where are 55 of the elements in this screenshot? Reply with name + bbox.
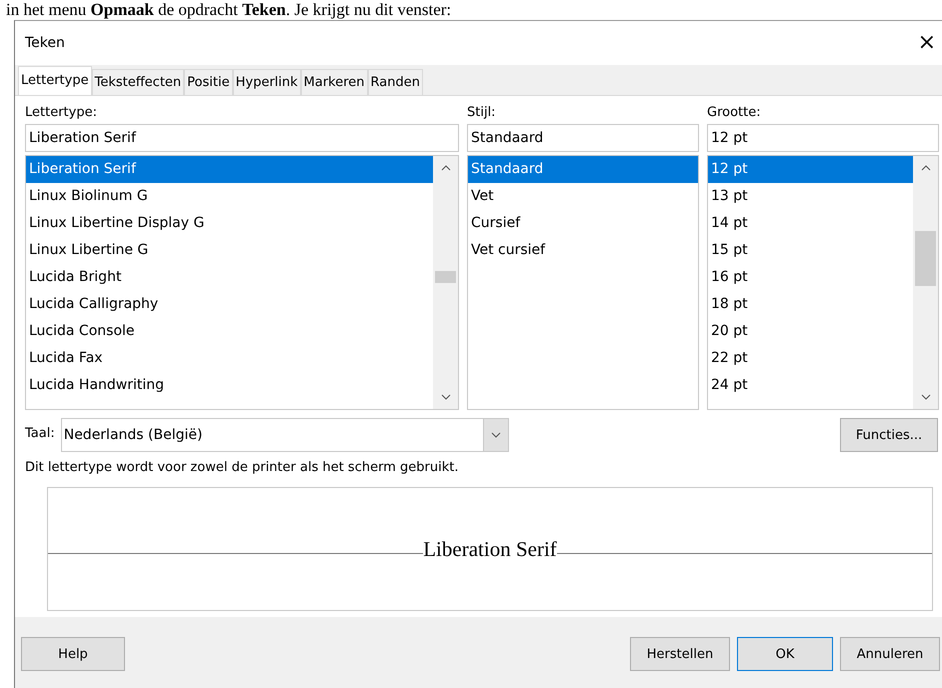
input-field[interactable]: 12 pt [707, 124, 939, 152]
list-item[interactable]: 16 pt [708, 264, 913, 291]
chevron-down-icon [490, 432, 501, 438]
list-item[interactable]: 24 pt [708, 372, 913, 399]
list-item[interactable]: Standaard [468, 156, 698, 183]
list-item[interactable]: 12 pt [708, 156, 913, 183]
scroll-down-icon[interactable] [441, 394, 451, 400]
dialog-button[interactable]: OK [737, 637, 833, 671]
scroll-up-icon[interactable] [921, 165, 931, 171]
tab[interactable]: Hyperlink [232, 69, 301, 95]
list-item[interactable]: Liberation Serif [26, 156, 433, 183]
dialog-button[interactable]: Help [21, 637, 125, 671]
list-item[interactable]: Vet [468, 183, 698, 210]
list-item[interactable]: Lucida Handwriting [26, 372, 433, 399]
list-item[interactable]: Lucida Calligraphy [26, 291, 433, 318]
tab[interactable]: Lettertype [18, 66, 92, 95]
list-item[interactable]: 20 pt [708, 318, 913, 345]
list-item[interactable]: 22 pt [708, 345, 913, 372]
window-title: Teken [25, 35, 65, 51]
list-item[interactable]: Lucida Bright [26, 264, 433, 291]
scroll-down-icon[interactable] [921, 394, 931, 400]
dialog-button[interactable]: Herstellen [630, 637, 730, 671]
field-label: Stijl: [467, 104, 497, 122]
list-item[interactable]: Linux Biolinum G [26, 183, 433, 210]
preview-text: Liberation Serif [423, 536, 557, 562]
list-item[interactable]: 18 pt [708, 291, 913, 318]
field-label: Grootte: [707, 104, 762, 122]
close-button[interactable]: × [918, 32, 936, 54]
scrollbar[interactable] [433, 156, 458, 409]
input-field[interactable]: Standaard [467, 124, 699, 152]
scroll-thumb[interactable] [915, 231, 936, 286]
list-item[interactable]: Lucida Fax [26, 345, 433, 372]
list-item[interactable]: Cursief [468, 210, 698, 237]
list-item[interactable]: Linux Libertine Display G [26, 210, 433, 237]
dialog-button[interactable]: Annuleren [840, 637, 940, 671]
description-text: Dit lettertype wordt voor zowel de printer als het scherm gebruikt. [25, 460, 460, 475]
scroll-up-icon[interactable] [441, 165, 451, 171]
features-button[interactable]: Functies... [840, 418, 938, 452]
input-field[interactable]: Liberation Serif [25, 124, 459, 152]
list-item[interactable]: Vet cursief [468, 237, 698, 264]
tab[interactable]: Teksteffecten [92, 69, 184, 95]
intro-text: in het menu Opmaak de opdracht Teken. Je krijgt nu dit venster: [5, 0, 452, 20]
language-dropdown[interactable]: Nederlands (België) [60, 418, 509, 452]
list-item[interactable]: 15 pt [708, 237, 913, 264]
list-item[interactable]: 14 pt [708, 210, 913, 237]
scroll-thumb[interactable] [435, 271, 456, 283]
field-label: Lettertype: [25, 104, 98, 122]
tab[interactable]: Markeren [300, 69, 368, 95]
tab[interactable]: Randen [368, 69, 423, 95]
tab[interactable]: Positie [184, 69, 233, 95]
scrollbar[interactable] [913, 156, 938, 409]
language-label: Taal: [25, 425, 55, 443]
list-item[interactable]: Lucida Console [26, 318, 433, 345]
list-item[interactable]: 13 pt [708, 183, 913, 210]
list-item[interactable]: Linux Libertine G [26, 237, 433, 264]
